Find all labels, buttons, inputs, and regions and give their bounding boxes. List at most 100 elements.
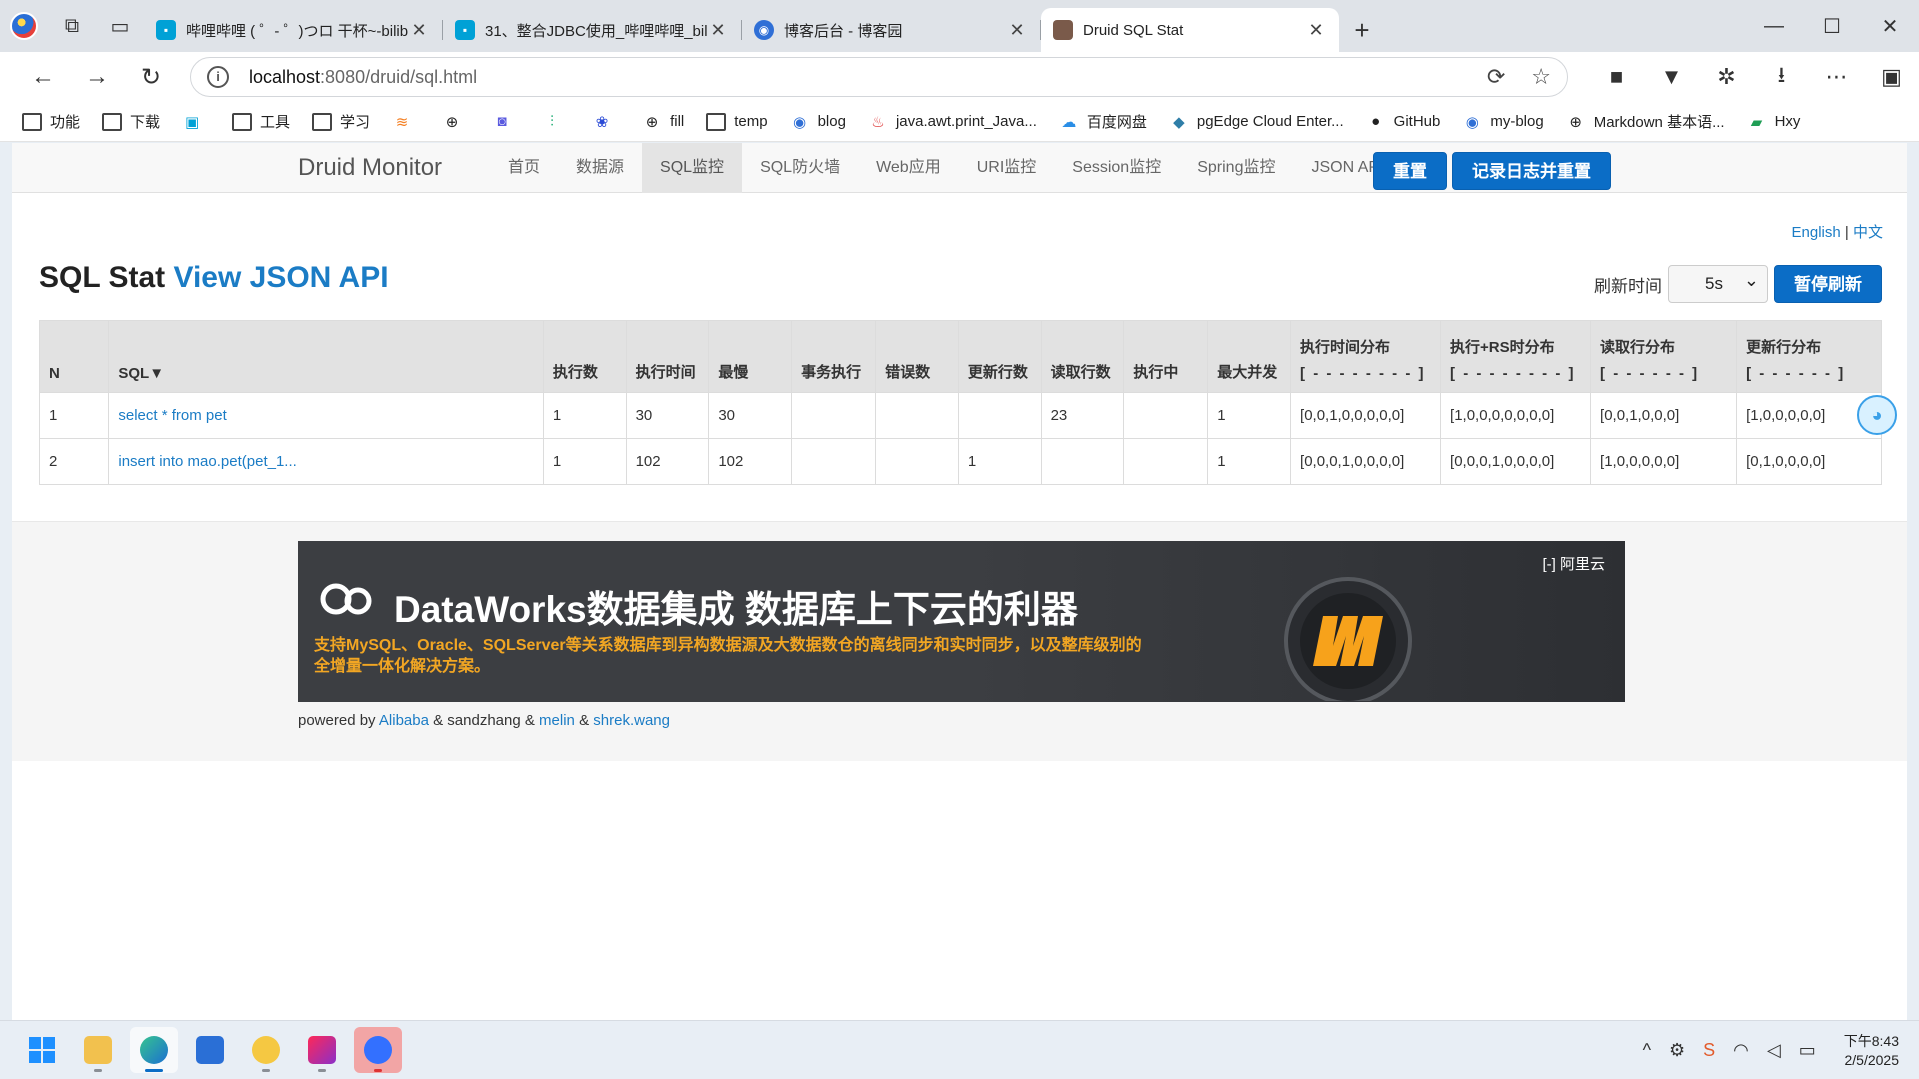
nav-datasource[interactable]: 数据源 [558,143,642,193]
dataworks-banner[interactable]: DataWorks数据集成 数据库上下云的利器 支持MySQL、Oracle、S… [298,541,1625,702]
bookmark-item[interactable]: ◆ pgEdge Cloud Enter... [1169,113,1344,131]
tray-app-icon[interactable]: ⚙ [1669,1040,1685,1061]
col-header[interactable]: SQL▼ [108,320,544,393]
bookmark-item[interactable]: ⊕ fill [642,113,684,131]
back-icon[interactable]: ← [16,52,70,102]
taskbar-edge[interactable] [130,1027,178,1073]
chevron-up-icon[interactable]: ^ [1643,1040,1651,1061]
sql-link[interactable]: insert into mao.pet(pet_1... [118,453,296,470]
nav-home[interactable]: 首页 [490,143,558,193]
bookmark-item[interactable]: ▣ [182,113,210,131]
extensions-puzzle-icon[interactable]: ✲ [1699,64,1754,90]
nav-session[interactable]: Session监控 [1054,143,1179,193]
bookmark-item[interactable]: ❀ [592,113,620,131]
bookmark-item[interactable]: ⫶ [542,113,570,131]
bookmark-item[interactable]: 工具 [232,111,290,132]
close-tab-icon[interactable]: ✕ [707,20,729,41]
profile-avatar-button[interactable] [0,0,48,52]
minimize-icon[interactable]: — [1745,0,1803,52]
col-header[interactable]: 执行时间分布 [ - - - - - - - - ] [1290,320,1442,393]
tray-s-icon[interactable]: S [1703,1040,1715,1061]
bookmark-item[interactable]: temp [706,112,768,131]
col-header[interactable]: 读取行分布 [ - - - - - - ] [1590,320,1738,393]
col-header[interactable]: N [38,320,110,393]
vue-devtools-icon[interactable]: ▼ [1644,64,1699,90]
reload-icon[interactable]: ↻ [124,52,178,102]
reset-button[interactable]: 重置 [1373,152,1447,190]
col-header[interactable]: 执行+RS时分布 [ - - - - - - - - ] [1440,320,1592,393]
bookmark-item[interactable]: 学习 [312,111,370,132]
favorite-star-icon[interactable]: ☆ [1531,64,1551,90]
browser-tab-3[interactable]: ◉ 博客后台 - 博客园 ✕ [742,8,1041,52]
sidebar-toggle-icon[interactable]: ▣ [1864,64,1919,90]
bookmark-item[interactable]: ☁ 百度网盘 [1059,111,1147,132]
downloads-icon[interactable]: ⭳ [1754,58,1809,96]
bookmark-item[interactable]: ♨ java.awt.print_Java... [868,113,1037,131]
nav-sql[interactable]: SQL监控 [642,143,743,193]
translate-icon[interactable]: ⟳ [1487,64,1505,90]
tab-actions-icon[interactable]: ▭ [96,0,144,52]
col-header[interactable]: 读取行数 [1040,320,1125,393]
browser-tab-2[interactable]: ▪ 31、整合JDBC使用_哔哩哔哩_bilibili ✕ [443,8,742,52]
close-tab-icon[interactable]: ✕ [408,20,430,41]
sql-link[interactable]: select * from pet [118,407,226,424]
bookmark-item[interactable]: ◙ [492,113,520,131]
pause-refresh-button[interactable]: 暂停刷新 [1774,265,1882,303]
taskbar-netdisk[interactable] [242,1027,290,1073]
nav-spring[interactable]: Spring监控 [1179,143,1293,193]
start-button[interactable] [18,1027,66,1073]
bookmark-item[interactable]: 下载 [102,111,160,132]
extension-1-icon[interactable]: ■ [1589,64,1644,90]
address-bar[interactable]: i localhost:8080/druid/sql.html ⟳ ☆ [190,57,1568,97]
bookmark-item[interactable]: ≋ [392,113,420,131]
assistant-bot-icon[interactable]: ◕ [1857,395,1897,435]
nav-wall[interactable]: SQL防火墙 [742,143,858,193]
log-and-reset-button[interactable]: 记录日志并重置 [1452,152,1611,190]
more-menu-icon[interactable]: ⋯ [1809,64,1864,90]
view-json-api-link[interactable]: View JSON API [173,261,388,294]
battery-icon[interactable]: ▭ [1799,1040,1816,1061]
col-header[interactable]: 更新行分布 [ - - - - - - ] [1736,320,1882,393]
bookmark-item[interactable]: ● GitHub [1366,113,1440,131]
browser-tab-active[interactable]: Druid SQL Stat ✕ [1041,8,1339,52]
close-window-icon[interactable]: ✕ [1861,0,1919,52]
lang-chinese-link[interactable]: 中文 [1853,224,1883,241]
taskbar-explorer[interactable] [74,1027,122,1073]
col-header[interactable]: 错误数 [875,320,959,393]
brand-title[interactable]: Druid Monitor [298,143,442,193]
forward-icon[interactable]: → [70,52,124,102]
workspaces-icon[interactable]: ⧉ [48,0,96,52]
col-header[interactable]: 执行数 [542,320,627,393]
bookmark-item[interactable]: ▰ Hxy [1747,113,1801,131]
alibaba-link[interactable]: Alibaba [379,712,429,729]
volume-icon[interactable]: ◁ [1767,1040,1781,1061]
col-header[interactable]: 最慢 [708,320,793,393]
col-header[interactable]: 最大并发 [1207,320,1292,393]
shrek-link[interactable]: shrek.wang [593,712,670,729]
bookmark-item[interactable]: 功能 [22,111,80,132]
col-header[interactable]: 执行时间 [625,320,710,393]
bookmark-item[interactable]: ⊕ [442,113,470,131]
bookmark-item[interactable]: ⊕ Markdown 基本语... [1566,111,1724,132]
taskbar-intellij[interactable] [298,1027,346,1073]
site-info-icon[interactable]: i [207,66,229,88]
wifi-icon[interactable]: ◠ [1733,1040,1749,1061]
taskbar-feishu[interactable] [354,1027,402,1073]
nav-webapp[interactable]: Web应用 [858,143,959,193]
close-tab-icon[interactable]: ✕ [1006,20,1028,41]
close-tab-icon[interactable]: ✕ [1305,20,1327,41]
bookmark-item[interactable]: ◉ blog [790,113,846,131]
maximize-icon[interactable]: ☐ [1803,0,1861,52]
browser-tab-1[interactable]: ▪ 哔哩哔哩 ( ゜- ゜)つロ 干杯~-bilibili ✕ [144,8,443,52]
col-header[interactable]: 更新行数 [957,320,1042,393]
col-header[interactable]: 事务执行 [791,320,877,393]
col-header[interactable]: 执行中 [1123,320,1209,393]
taskbar-store[interactable] [186,1027,234,1073]
bookmark-item[interactable]: ◉ my-blog [1462,113,1544,131]
new-tab-button[interactable]: + [1340,8,1384,52]
melin-link[interactable]: melin [539,712,575,729]
nav-uri[interactable]: URI监控 [959,143,1055,193]
refresh-interval-select[interactable]: 5s [1668,265,1768,303]
clock[interactable]: 下午8:43 2/5/2025 [1844,1032,1899,1070]
lang-english-link[interactable]: English [1792,224,1841,241]
